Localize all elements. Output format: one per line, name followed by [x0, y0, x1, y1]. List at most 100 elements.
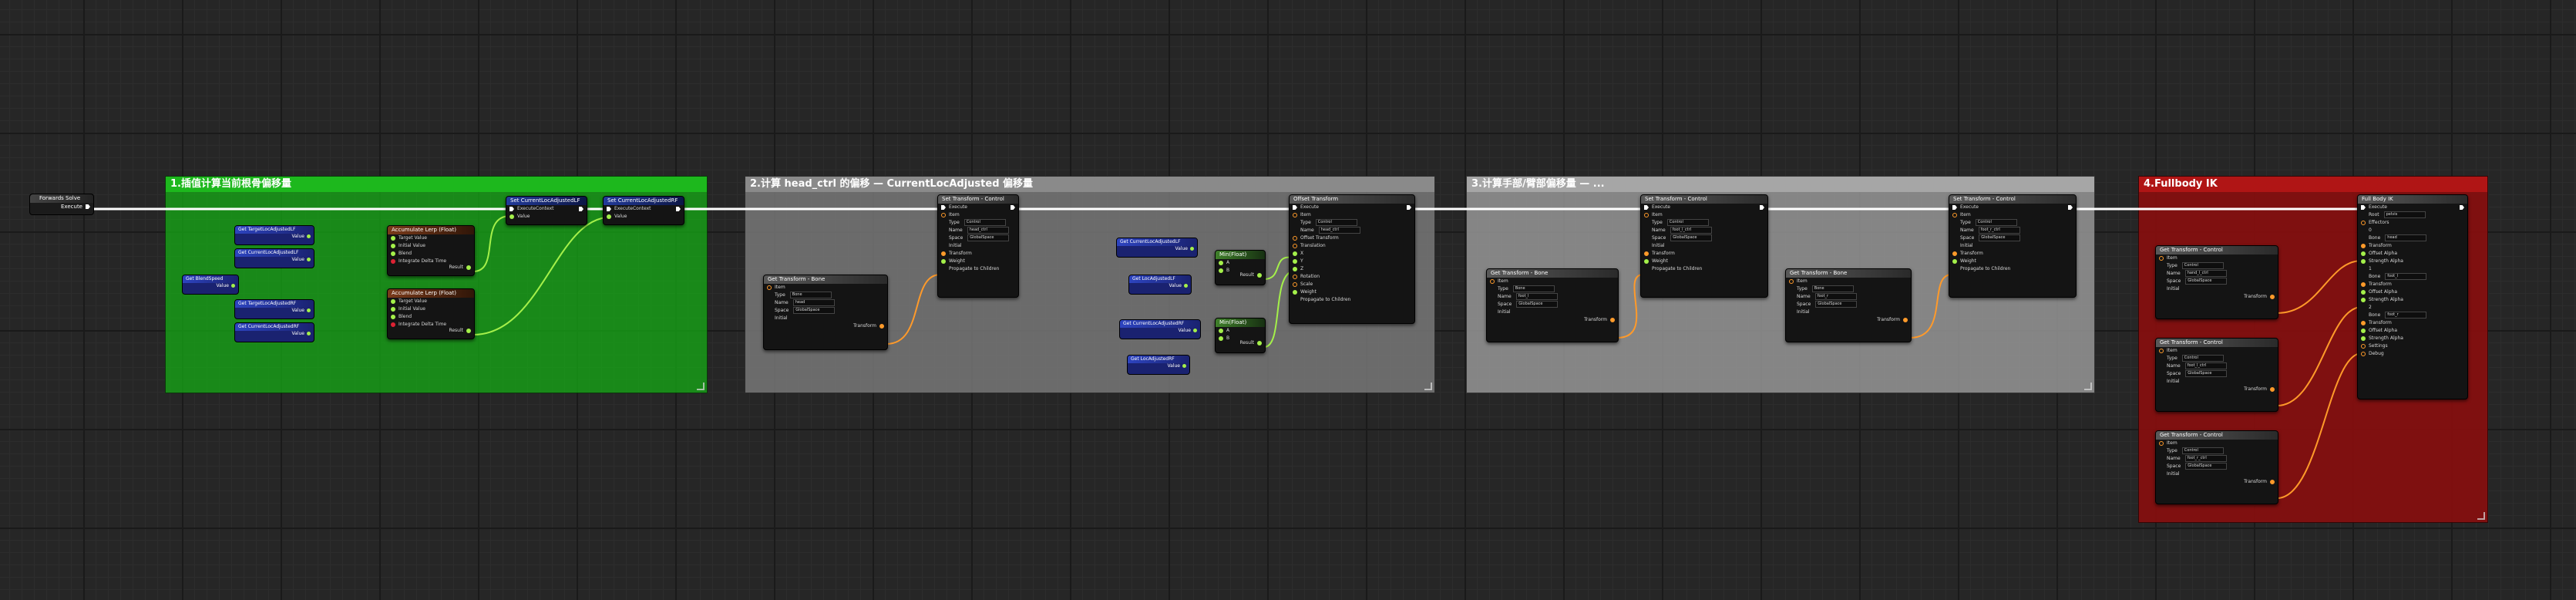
float-pin[interactable]: [1184, 284, 1188, 288]
exec-pin[interactable]: [1293, 205, 1297, 210]
float-pin[interactable]: [391, 307, 395, 312]
exec-pin[interactable]: [86, 204, 90, 209]
float-pin[interactable]: [2361, 259, 2366, 264]
float-pin[interactable]: [1219, 329, 1223, 333]
get-transform-control-1[interactable]: Get Transform - Control Item Type Control…: [2155, 338, 2278, 412]
var-blendspeed[interactable]: Get BlendSpeed Value: [182, 275, 239, 295]
type-dropdown[interactable]: Control: [2181, 262, 2224, 269]
name-dropdown[interactable]: foot_l_ctrl: [2184, 362, 2227, 369]
float-pin[interactable]: [1293, 290, 1297, 295]
space-dropdown[interactable]: GlobalSpace: [793, 307, 836, 314]
exec-out-pin[interactable]: [2460, 205, 2464, 210]
name-dropdown[interactable]: foot_r_ctrl: [1978, 227, 2020, 234]
get-transform-bone-foot-r[interactable]: Get Transform - Bone Item Type Bone Name f…: [1785, 268, 1912, 342]
transform-pin[interactable]: [1903, 318, 1908, 322]
space-dropdown[interactable]: GlobalSpace: [2185, 278, 2228, 285]
bone-dropdown[interactable]: head: [2385, 234, 2427, 241]
exec-out-pin[interactable]: [676, 207, 681, 211]
exec-out-pin[interactable]: [579, 207, 583, 211]
struct-pin[interactable]: [2159, 256, 2164, 261]
exec-out-pin[interactable]: [1407, 205, 1411, 210]
exec-pin[interactable]: [509, 207, 514, 211]
type-dropdown[interactable]: Control: [1315, 219, 1357, 226]
transform-pin[interactable]: [2361, 282, 2366, 287]
space-dropdown[interactable]: GlobalSpace: [2185, 370, 2228, 377]
float-pin[interactable]: [1293, 259, 1297, 264]
transform-pin[interactable]: [2270, 387, 2275, 392]
float-pin[interactable]: [307, 258, 311, 261]
float-pin[interactable]: [1219, 261, 1223, 265]
name-dropdown[interactable]: foot_l: [1515, 293, 1558, 300]
type-dropdown[interactable]: Control: [1975, 219, 2017, 226]
float-pin[interactable]: [2361, 251, 2366, 256]
struct-pin[interactable]: [1952, 213, 1957, 217]
array-pin[interactable]: [2361, 221, 2366, 225]
var-root-rf[interactable]: Get CurrentLocAdjustedRF Value: [1119, 319, 1201, 339]
var-loc-lf[interactable]: Get LocAdjustedLF Value: [1128, 275, 1192, 295]
get-transform-bone-foot-l[interactable]: Get Transform - Bone Item Type Bone Name f…: [1486, 268, 1619, 342]
transform-pin[interactable]: [941, 251, 946, 256]
get-transform-bone-head[interactable]: Get Transform - Bone Item Type Bone Name h…: [763, 275, 888, 350]
transform-pin[interactable]: [879, 324, 884, 329]
min-float-node[interactable]: Min(Float) A B Result: [1215, 250, 1266, 285]
space-dropdown[interactable]: GlobalSpace: [1815, 301, 1858, 308]
resize-handle[interactable]: [1424, 383, 1432, 390]
setter-current-lf[interactable]: Set CurrentLocAdjustedLF ExecuteContext …: [506, 196, 587, 225]
float-pin[interactable]: [1293, 267, 1297, 271]
var-loc-rf[interactable]: Get LocAdjustedRF Value: [1127, 355, 1190, 375]
float-pin[interactable]: [307, 234, 311, 238]
struct-pin[interactable]: [1293, 282, 1297, 287]
name-dropdown[interactable]: head_ctrl: [967, 227, 1009, 234]
transform-pin[interactable]: [1610, 318, 1615, 322]
name-dropdown[interactable]: foot_r_ctrl: [2184, 455, 2227, 462]
type-dropdown[interactable]: Control: [2181, 447, 2224, 454]
type-dropdown[interactable]: Bone: [789, 292, 832, 298]
struct-pin[interactable]: [2159, 349, 2164, 353]
float-pin[interactable]: [391, 236, 395, 241]
transform-pin[interactable]: [1644, 251, 1649, 256]
var-root-lf[interactable]: Get CurrentLocAdjustedLF Value: [1116, 238, 1198, 258]
struct-pin[interactable]: [1644, 213, 1649, 217]
space-dropdown[interactable]: GlobalSpace: [967, 234, 1010, 241]
struct-pin[interactable]: [941, 213, 946, 217]
float-pin[interactable]: [2361, 336, 2366, 341]
var-current-lf[interactable]: Get CurrentLocAdjustedLF Value: [234, 248, 314, 268]
name-dropdown[interactable]: foot_r: [1814, 293, 1857, 300]
var-target-rf[interactable]: Get TargetLocAdjustedRF Value: [234, 299, 314, 319]
float-pin[interactable]: [607, 214, 611, 219]
float-pin[interactable]: [231, 284, 235, 288]
name-dropdown[interactable]: foot_l_ctrl: [1670, 227, 1712, 234]
float-pin[interactable]: [1952, 259, 1957, 264]
transform-pin[interactable]: [2361, 321, 2366, 325]
struct-pin[interactable]: [1789, 279, 1794, 284]
type-dropdown[interactable]: Control: [963, 219, 1006, 226]
name-dropdown[interactable]: head_ctrl: [1318, 227, 1360, 234]
name-dropdown[interactable]: head: [792, 299, 835, 306]
type-dropdown[interactable]: Bone: [1512, 285, 1555, 292]
fullbody-ik-node[interactable]: Full Body IK Execute Root pelvis Effector…: [2357, 194, 2468, 399]
float-pin[interactable]: [466, 329, 471, 333]
space-dropdown[interactable]: GlobalSpace: [1516, 301, 1559, 308]
struct-pin[interactable]: [2159, 441, 2164, 446]
struct-pin[interactable]: [1293, 213, 1297, 217]
exec-out-pin[interactable]: [1760, 205, 1764, 210]
transform-pin[interactable]: [2270, 480, 2275, 484]
struct-pin[interactable]: [2361, 344, 2366, 349]
var-current-rf[interactable]: Get CurrentLocAdjustedRF Value: [234, 322, 314, 342]
set-transform-control-head[interactable]: Set Transform - Control Execute Item Typ…: [937, 194, 1019, 298]
transform-pin[interactable]: [2270, 295, 2275, 299]
set-transform-control-foot-l[interactable]: Set Transform - Control Execute Item Typ…: [1640, 194, 1768, 298]
exec-pin[interactable]: [2361, 205, 2366, 210]
float-pin[interactable]: [1190, 247, 1194, 251]
float-pin[interactable]: [2361, 298, 2366, 302]
resize-handle[interactable]: [697, 383, 705, 390]
offset-transform-node[interactable]: Offset Transform Execute Item Type Contro…: [1289, 194, 1415, 324]
type-dropdown[interactable]: Control: [1666, 219, 1709, 226]
float-pin[interactable]: [307, 332, 311, 335]
space-dropdown[interactable]: GlobalSpace: [2185, 463, 2228, 470]
float-pin[interactable]: [1257, 273, 1262, 278]
float-pin[interactable]: [1182, 364, 1186, 368]
float-pin[interactable]: [941, 259, 946, 264]
transform-pin[interactable]: [1952, 251, 1957, 256]
exec-pin[interactable]: [1952, 205, 1957, 210]
